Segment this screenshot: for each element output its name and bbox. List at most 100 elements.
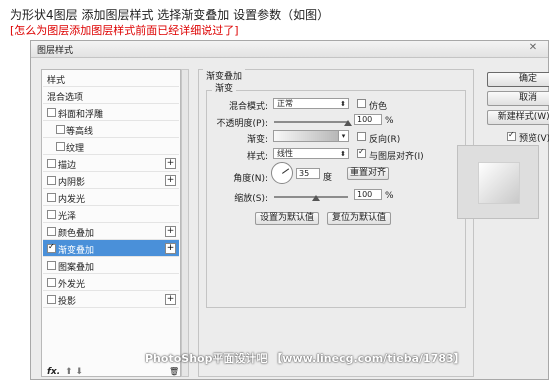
sidebar-item-gradient-overlay[interactable]: 渐变叠加 +: [43, 240, 179, 257]
style-select[interactable]: 线性 ⬍: [273, 148, 349, 159]
sidebar-item-label: 光泽: [58, 212, 77, 222]
sidebar-item-contour[interactable]: 等高线: [43, 121, 179, 138]
scale-input[interactable]: 100: [354, 189, 382, 200]
angle-label: 角度(N):: [233, 174, 268, 184]
sidebar-item-styles[interactable]: 样式: [43, 70, 179, 87]
angle-dial[interactable]: [271, 162, 293, 184]
move-arrows-icon[interactable]: ⬆ ⬇: [65, 367, 83, 377]
ok-button[interactable]: 确定: [487, 72, 549, 87]
checkbox[interactable]: [47, 108, 56, 117]
trash-icon[interactable]: 🗑: [169, 367, 179, 376]
chevron-down-icon: ⬍: [340, 150, 346, 158]
sidebar-item-label: 内阴影: [58, 178, 86, 188]
dialog-title: 图层样式: [37, 46, 74, 56]
sidebar-item-inner-shadow[interactable]: 内阴影 +: [43, 172, 179, 189]
opacity-unit: %: [385, 116, 394, 126]
sidebar-item-label: 斜面和浮雕: [58, 110, 104, 120]
checkbox[interactable]: [56, 142, 65, 151]
sidebar-item-label: 外发光: [58, 280, 86, 290]
add-icon[interactable]: +: [165, 226, 176, 237]
sidebar-item-label: 图案叠加: [58, 263, 95, 273]
sidebar-item-label: 投影: [58, 297, 77, 307]
opacity-label: 不透明度(P):: [216, 119, 268, 129]
sidebar-item-label: 内发光: [58, 195, 86, 205]
sidebar-item-blending-options[interactable]: 混合选项: [43, 87, 179, 104]
add-icon[interactable]: +: [165, 294, 176, 305]
reset-alignment-button[interactable]: 重置对齐: [347, 167, 389, 180]
angle-input[interactable]: 35: [296, 168, 320, 179]
scale-unit: %: [385, 191, 394, 201]
subgroup-title: 渐变: [212, 81, 237, 94]
sidebar-item-color-overlay[interactable]: 颜色叠加 +: [43, 223, 179, 240]
sidebar-item-label: 等高线: [66, 127, 94, 137]
dither-label: 仿色: [369, 102, 388, 112]
checkbox[interactable]: [47, 242, 56, 253]
checkbox[interactable]: [47, 159, 56, 168]
checkbox[interactable]: [47, 295, 56, 304]
gradient-label: 渐变:: [246, 135, 268, 145]
align-with-layer-label: 与图层对齐(I): [369, 152, 424, 162]
caption-line-2: [怎么为图层添加图层样式前面已经详细说过了]: [10, 24, 239, 37]
checkbox[interactable]: [47, 193, 56, 202]
checkbox[interactable]: [47, 261, 56, 270]
style-label: 样式:: [246, 152, 268, 162]
watermark: PhotoShop平面设计吧 【www.linecg.com/tieba/178…: [145, 352, 465, 365]
scale-slider[interactable]: [274, 196, 348, 198]
opacity-slider-thumb[interactable]: [344, 120, 352, 126]
sidebar-item-label: 描边: [58, 161, 77, 171]
sidebar-item-inner-glow[interactable]: 内发光: [43, 189, 179, 206]
checkbox[interactable]: [47, 176, 56, 185]
styles-list: 样式 混合选项 斜面和浮雕 等高线 纹理 描边 + 内阴影 + 内发光 光泽 颜色叠…: [41, 69, 181, 377]
align-with-layer-checkbox[interactable]: [357, 147, 366, 158]
chevron-down-icon: ⬍: [340, 100, 346, 108]
close-icon[interactable]: ✕: [525, 42, 541, 54]
scale-label: 缩放(S):: [234, 194, 268, 204]
new-style-button[interactable]: 新建样式(W)...: [487, 110, 549, 125]
blend-mode-label: 混合模式:: [228, 102, 268, 112]
preview-swatch: [478, 162, 520, 204]
chevron-down-icon[interactable]: ▾: [339, 130, 349, 142]
style-value: 线性: [277, 149, 293, 158]
sidebar-item-label: 纹理: [66, 144, 85, 154]
add-icon[interactable]: +: [165, 175, 176, 186]
checkbox[interactable]: [47, 210, 56, 219]
sidebar-item-label: 混合选项: [47, 93, 84, 103]
fx-icon[interactable]: fx.: [47, 367, 60, 377]
sidebar-item-satin[interactable]: 光泽: [43, 206, 179, 223]
angle-needle: [282, 168, 290, 174]
add-icon[interactable]: +: [165, 158, 176, 169]
scale-slider-thumb[interactable]: [312, 195, 320, 201]
sidebar-item-pattern-overlay[interactable]: 图案叠加: [43, 257, 179, 274]
sidebar-item-label: 样式: [47, 76, 66, 86]
reverse-label: 反向(R): [369, 135, 401, 145]
opacity-slider[interactable]: [274, 121, 348, 123]
sidebar-item-drop-shadow[interactable]: 投影 +: [43, 291, 179, 308]
preview-checkbox[interactable]: [507, 130, 516, 141]
layer-style-dialog: 图层样式 ✕ 样式 混合选项 斜面和浮雕 等高线 纹理 描边 + 内阴影 + 内发光…: [30, 40, 549, 380]
dither-checkbox[interactable]: [357, 99, 366, 108]
cancel-button[interactable]: 取消: [487, 91, 549, 106]
sidebar-item-stroke[interactable]: 描边 +: [43, 155, 179, 172]
preview-label: 预览(V): [519, 134, 549, 144]
caption-line-1: 为形状4图层 添加图层样式 选择渐变叠加 设置参数（如图）: [10, 8, 330, 22]
styles-footer: fx. ⬆ ⬇ 🗑: [41, 367, 181, 381]
dialog-titlebar: 图层样式 ✕: [31, 41, 548, 58]
angle-unit: 度: [323, 173, 333, 183]
checkbox[interactable]: [47, 278, 56, 287]
styles-scrollbar[interactable]: [181, 69, 189, 377]
checkbox[interactable]: [56, 125, 65, 134]
reverse-checkbox[interactable]: [357, 132, 366, 141]
checkbox[interactable]: [47, 227, 56, 236]
reset-to-default-button[interactable]: 复位为默认值: [327, 212, 391, 225]
sidebar-item-bevel-emboss[interactable]: 斜面和浮雕: [43, 104, 179, 121]
gradient-swatch[interactable]: [273, 130, 339, 142]
sidebar-item-label: 渐变叠加: [58, 246, 95, 256]
make-default-button[interactable]: 设置为默认值: [255, 212, 319, 225]
opacity-input[interactable]: 100: [354, 114, 382, 125]
sidebar-item-outer-glow[interactable]: 外发光: [43, 274, 179, 291]
blend-mode-value: 正常: [277, 99, 293, 108]
add-icon[interactable]: +: [165, 243, 176, 254]
blend-mode-select[interactable]: 正常 ⬍: [273, 98, 349, 109]
sidebar-item-texture[interactable]: 纹理: [43, 138, 179, 155]
style-preview: [457, 145, 539, 219]
